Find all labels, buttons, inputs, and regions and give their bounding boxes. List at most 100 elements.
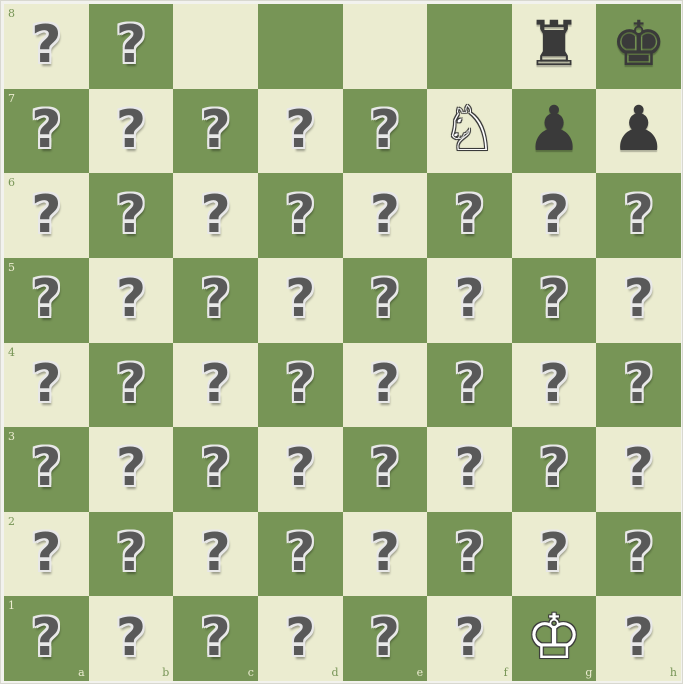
unknown-piece-icon[interactable]: ? — [200, 273, 230, 325]
unknown-piece-icon[interactable]: ? — [285, 442, 315, 494]
square-c3[interactable]: ? — [173, 427, 258, 512]
unknown-piece-icon[interactable]: ? — [370, 527, 400, 579]
square-b5[interactable]: ? — [88, 257, 174, 343]
square-d7[interactable]: ? — [257, 88, 343, 174]
square-g2[interactable]: ? — [511, 511, 597, 597]
unknown-piece-icon[interactable]: ? — [624, 612, 654, 664]
unknown-piece-icon[interactable]: ? — [370, 358, 400, 410]
unknown-piece-icon[interactable]: ? — [454, 527, 484, 579]
unknown-piece-icon[interactable]: ? — [624, 527, 654, 579]
square-g5[interactable]: ? — [511, 257, 597, 343]
square-c8[interactable] — [173, 4, 258, 89]
square-g3[interactable]: ? — [511, 427, 597, 512]
square-h3[interactable]: ? — [596, 427, 681, 512]
unknown-piece-icon[interactable]: ? — [31, 19, 61, 71]
unknown-piece-icon[interactable]: ? — [31, 189, 61, 241]
unknown-piece-icon[interactable]: ? — [539, 189, 569, 241]
square-b7[interactable]: ? — [88, 88, 174, 174]
square-h6[interactable]: ? — [596, 173, 681, 258]
square-b3[interactable]: ? — [88, 427, 174, 512]
square-g1[interactable]: g ♔ — [511, 596, 597, 681]
square-b2[interactable]: ? — [88, 511, 174, 597]
square-f4[interactable]: ? — [427, 342, 512, 428]
square-a8[interactable]: 8? — [4, 4, 89, 89]
unknown-piece-icon[interactable]: ? — [116, 358, 146, 410]
square-h8[interactable]: ♚ — [596, 4, 681, 89]
square-d5[interactable]: ? — [257, 257, 343, 343]
square-c6[interactable]: ? — [173, 173, 258, 258]
square-b4[interactable]: ? — [88, 342, 174, 428]
square-b1[interactable]: b? — [88, 596, 174, 681]
square-c7[interactable]: ? — [173, 88, 258, 174]
unknown-piece-icon[interactable]: ? — [539, 442, 569, 494]
square-e2[interactable]: ? — [342, 511, 428, 597]
square-h4[interactable]: ? — [596, 342, 681, 428]
chessboard[interactable]: 8?? ♜ ♚ 7????? ♘ ♟ ♟ 6???????? 5???????? 4???????… — [4, 4, 681, 681]
square-d1[interactable]: d? — [257, 596, 343, 681]
unknown-piece-icon[interactable]: ? — [370, 104, 400, 156]
unknown-piece-icon[interactable]: ? — [285, 189, 315, 241]
square-g8[interactable]: ♜ — [511, 4, 597, 89]
unknown-piece-icon[interactable]: ? — [370, 273, 400, 325]
unknown-piece-icon[interactable]: ? — [454, 612, 484, 664]
unknown-piece-icon[interactable]: ? — [200, 442, 230, 494]
black-rook-icon[interactable]: ♜ — [526, 13, 582, 75]
unknown-piece-icon[interactable]: ? — [200, 358, 230, 410]
unknown-piece-icon[interactable]: ? — [31, 104, 61, 156]
square-f1[interactable]: f? — [427, 596, 512, 681]
square-f7[interactable]: ♘ — [427, 88, 512, 174]
unknown-piece-icon[interactable]: ? — [454, 442, 484, 494]
unknown-piece-icon[interactable]: ? — [116, 527, 146, 579]
unknown-piece-icon[interactable]: ? — [116, 612, 146, 664]
unknown-piece-icon[interactable]: ? — [116, 189, 146, 241]
square-e7[interactable]: ? — [342, 88, 428, 174]
unknown-piece-icon[interactable]: ? — [31, 358, 61, 410]
black-king-icon[interactable]: ♚ — [611, 13, 667, 75]
unknown-piece-icon[interactable]: ? — [454, 273, 484, 325]
unknown-piece-icon[interactable]: ? — [116, 273, 146, 325]
square-d6[interactable]: ? — [257, 173, 343, 258]
unknown-piece-icon[interactable]: ? — [200, 612, 230, 664]
square-a5[interactable]: 5? — [4, 257, 89, 343]
unknown-piece-icon[interactable]: ? — [624, 358, 654, 410]
square-c4[interactable]: ? — [173, 342, 258, 428]
unknown-piece-icon[interactable]: ? — [31, 273, 61, 325]
square-a4[interactable]: 4? — [4, 342, 89, 428]
unknown-piece-icon[interactable]: ? — [454, 358, 484, 410]
square-g7[interactable]: ♟ — [511, 88, 597, 174]
unknown-piece-icon[interactable]: ? — [116, 104, 146, 156]
unknown-piece-icon[interactable]: ? — [539, 527, 569, 579]
square-e4[interactable]: ? — [342, 342, 428, 428]
unknown-piece-icon[interactable]: ? — [31, 527, 61, 579]
square-h5[interactable]: ? — [596, 257, 681, 343]
unknown-piece-icon[interactable]: ? — [624, 442, 654, 494]
square-f6[interactable]: ? — [427, 173, 512, 258]
unknown-piece-icon[interactable]: ? — [200, 527, 230, 579]
square-g4[interactable]: ? — [511, 342, 597, 428]
square-e3[interactable]: ? — [342, 427, 428, 512]
unknown-piece-icon[interactable]: ? — [200, 104, 230, 156]
white-knight-icon[interactable]: ♘ — [442, 97, 498, 160]
square-e1[interactable]: e? — [342, 596, 428, 681]
square-h7[interactable]: ♟ — [596, 88, 681, 174]
square-e6[interactable]: ? — [342, 173, 428, 258]
unknown-piece-icon[interactable]: ? — [285, 273, 315, 325]
square-f5[interactable]: ? — [427, 257, 512, 343]
unknown-piece-icon[interactable]: ? — [285, 612, 315, 664]
square-a2[interactable]: 2? — [4, 511, 89, 597]
square-a3[interactable]: 3? — [4, 427, 89, 512]
square-h2[interactable]: ? — [596, 511, 681, 597]
unknown-piece-icon[interactable]: ? — [31, 442, 61, 494]
unknown-piece-icon[interactable]: ? — [624, 189, 654, 241]
unknown-piece-icon[interactable]: ? — [285, 358, 315, 410]
square-d3[interactable]: ? — [257, 427, 343, 512]
unknown-piece-icon[interactable]: ? — [624, 273, 654, 325]
square-a1[interactable]: 1 a? — [4, 596, 89, 681]
square-e8[interactable] — [342, 4, 428, 89]
square-b8[interactable]: ? — [88, 4, 174, 89]
square-d4[interactable]: ? — [257, 342, 343, 428]
square-d2[interactable]: ? — [257, 511, 343, 597]
unknown-piece-icon[interactable]: ? — [454, 189, 484, 241]
black-pawn-icon[interactable]: ♟ — [526, 97, 582, 160]
square-h1[interactable]: h? — [596, 596, 681, 681]
